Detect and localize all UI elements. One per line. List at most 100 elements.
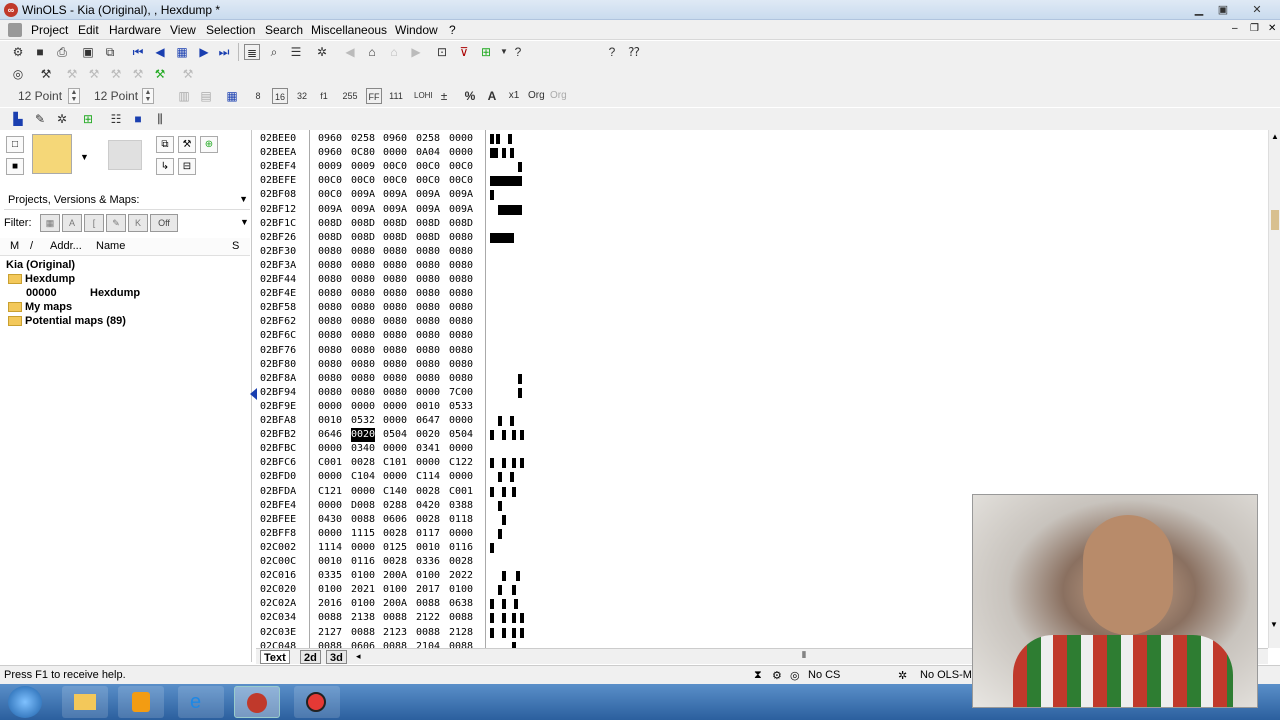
ie-taskbar-button[interactable]: e (178, 686, 224, 718)
hex-cell[interactable]: 0080 (351, 287, 375, 301)
hex-cell[interactable]: 0335 (318, 569, 342, 583)
hex-cell[interactable]: 009A (383, 188, 407, 202)
hex-cell[interactable]: 0080 (351, 273, 375, 287)
hex-cell[interactable]: 0088 (449, 611, 473, 625)
zoom-icon[interactable]: ⌕ (266, 44, 282, 60)
hex-cell[interactable]: 009A (351, 203, 375, 217)
hex-cell[interactable]: 0117 (416, 527, 440, 541)
print-icon[interactable]: ⎙ (54, 44, 70, 60)
hex-cell[interactable]: 0080 (449, 344, 473, 358)
hex-cell[interactable]: 0080 (318, 372, 342, 386)
hex-cell[interactable]: 0100 (449, 583, 473, 597)
tree-item-hexdump-folder[interactable]: Hexdump (8, 272, 75, 286)
projects-versions-maps-select[interactable]: Projects, Versions & Maps: ▼ (4, 192, 250, 210)
eye-icon[interactable]: ◎ (10, 66, 26, 82)
hex-cell[interactable]: 0010 (416, 400, 440, 414)
hex-cell[interactable]: 0340 (351, 442, 375, 456)
hex-cell[interactable]: 0000 (318, 400, 342, 414)
menu-selection[interactable]: Selection (203, 22, 258, 38)
tree-item-project[interactable]: Kia (Original) (6, 258, 75, 272)
scroll-up-icon[interactable]: ▲ (1271, 132, 1279, 141)
original-icon[interactable]: Org (528, 88, 545, 104)
hex-cell[interactable]: 0080 (416, 245, 440, 259)
menu-edit[interactable]: Edit (75, 22, 102, 38)
hex-cell[interactable]: 0000 (383, 146, 407, 160)
hex-cell[interactable]: 0088 (351, 626, 375, 640)
hex-cell[interactable]: 0080 (318, 329, 342, 343)
col-addr[interactable]: Addr... (50, 240, 82, 252)
hex-cell[interactable]: 0960 (318, 146, 342, 160)
hex-cell[interactable]: 0080 (449, 372, 473, 386)
hex-cell[interactable]: 1115 (351, 527, 375, 541)
hex-cell[interactable]: 0000 (351, 541, 375, 555)
hex-cell[interactable]: C001 (449, 485, 473, 499)
hex-cell[interactable]: 00C0 (383, 160, 407, 174)
tool5-disabled-icon[interactable]: ⚒ (180, 66, 196, 82)
hex-cell[interactable]: 0080 (318, 344, 342, 358)
32bit-icon[interactable]: 32 (294, 88, 310, 104)
hex-cell[interactable]: 0080 (416, 301, 440, 315)
map-wrench-icon[interactable]: ✲ (54, 111, 70, 127)
copy-button[interactable]: ⧉ (156, 136, 174, 153)
tool4-disabled-icon[interactable]: ⚒ (130, 66, 146, 82)
hex-cell[interactable]: 0336 (416, 555, 440, 569)
hex-cell[interactable]: 0080 (351, 386, 375, 400)
hex-cell[interactable]: 0080 (318, 245, 342, 259)
hex-cell[interactable]: 00C0 (318, 188, 342, 202)
grid-icon[interactable]: ▦ (174, 44, 190, 60)
tool3-disabled-icon[interactable]: ⚒ (108, 66, 124, 82)
hex-cell[interactable]: 00C0 (449, 160, 473, 174)
delta-icon[interactable]: A (484, 88, 500, 104)
binary-icon[interactable]: 111 (388, 88, 404, 104)
save-icon[interactable]: ■ (32, 44, 48, 60)
hex-cell[interactable]: 0080 (383, 329, 407, 343)
next-icon[interactable]: ▶ (196, 44, 212, 60)
hex-cell[interactable]: 2021 (351, 583, 375, 597)
doc-icon[interactable] (8, 23, 22, 37)
hex-cell[interactable]: 0080 (416, 358, 440, 372)
filter-a-button[interactable]: A (62, 214, 82, 232)
help-icon[interactable]: ? (604, 44, 620, 60)
hex-cell[interactable]: 0080 (416, 329, 440, 343)
hex-cell[interactable]: 0258 (351, 132, 375, 146)
first-icon[interactable]: ⏮ (130, 44, 146, 60)
winols-taskbar-button[interactable] (234, 686, 280, 718)
hex-cell[interactable]: D008 (351, 499, 375, 513)
hex-cell[interactable]: 0088 (351, 513, 375, 527)
8bit-icon[interactable]: 8 (250, 88, 266, 104)
hex-cell[interactable]: 00C0 (449, 174, 473, 188)
hex-cell[interactable]: 0088 (416, 626, 440, 640)
col-name[interactable]: Name (96, 240, 125, 252)
tree-item-my-maps[interactable]: My maps (8, 300, 72, 314)
hex-cell[interactable]: 0080 (416, 372, 440, 386)
font-size-select-1[interactable]: 12 Point (18, 87, 70, 105)
hex-cell[interactable]: 0080 (383, 301, 407, 315)
tab-2d[interactable]: 2d (300, 650, 321, 664)
hex-cell[interactable]: 0080 (383, 315, 407, 329)
hex-cell[interactable]: 0080 (318, 301, 342, 315)
hex-cell[interactable]: 0116 (351, 555, 375, 569)
hex-cell[interactable]: C121 (318, 485, 342, 499)
filter-icon[interactable]: ⊽ (456, 44, 472, 60)
hex-cell[interactable]: 0080 (383, 287, 407, 301)
tool-add-icon[interactable]: ⚒ (152, 66, 168, 82)
open-dropdown-icon[interactable]: ▼ (80, 152, 89, 162)
hex-cell[interactable]: 0080 (383, 386, 407, 400)
hex-cell[interactable]: 0080 (449, 315, 473, 329)
hex-cell[interactable]: 00C0 (383, 174, 407, 188)
home-disabled-icon[interactable]: ⌂ (386, 44, 402, 60)
hex-cell[interactable]: 0A04 (416, 146, 440, 160)
hex-cell[interactable]: 0504 (383, 428, 407, 442)
close-button[interactable]: ✕ (1246, 2, 1268, 18)
hex-cell[interactable]: 0080 (449, 301, 473, 315)
filter-bracket-button[interactable]: [ (84, 214, 104, 232)
hex-cell[interactable]: 0028 (416, 485, 440, 499)
hex-cell[interactable]: 0080 (416, 315, 440, 329)
hex-cell[interactable]: 0C80 (351, 146, 375, 160)
hex-cell[interactable]: 0000 (318, 527, 342, 541)
save-project-button[interactable]: ■ (6, 158, 24, 175)
hex-cell[interactable]: 009A (416, 203, 440, 217)
view-mode-1-icon[interactable]: ▥ (176, 88, 192, 104)
hex-cell[interactable]: 0000 (383, 414, 407, 428)
hex-cell[interactable]: 0000 (449, 527, 473, 541)
